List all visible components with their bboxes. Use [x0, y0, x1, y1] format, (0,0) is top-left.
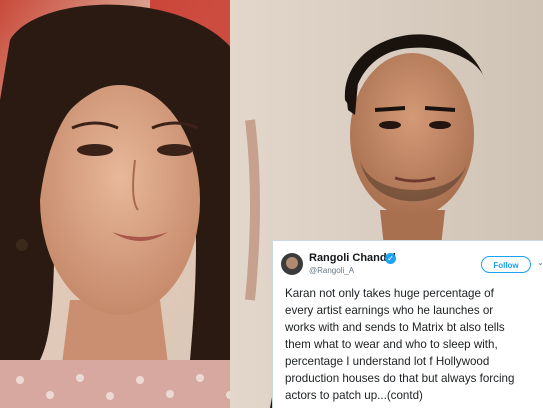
- tweet-author-name[interactable]: Rangoli Chandel: [309, 252, 396, 264]
- avatar[interactable]: [281, 253, 303, 275]
- tweet-card: Rangoli Chandel ✓ @Rangoli_A Follow ⌄ Ka…: [272, 240, 543, 408]
- tweet-author-handle[interactable]: @Rangoli_A: [309, 266, 354, 275]
- tweet-text-line: them what to wear and who to sleep with,: [285, 338, 498, 351]
- tweet-text-line: percentage I understand lot f Hollywood: [285, 355, 490, 368]
- verified-badge-icon: ✓: [385, 253, 396, 264]
- tweet-text-line: every artist earnings who he launches or: [285, 304, 494, 317]
- follow-button[interactable]: Follow: [481, 256, 531, 273]
- tweet-text-line: works with and sends to Matrix bt also t…: [285, 321, 505, 334]
- tweet-text: Karan not only takes huge percentage of …: [285, 285, 543, 404]
- tweet-text-line: production houses do that but always for…: [285, 372, 515, 385]
- chevron-down-icon[interactable]: ⌄: [537, 258, 543, 267]
- tweet-text-line: actors to patch up...(contd): [285, 389, 423, 402]
- tweet-text-line: Karan not only takes huge percentage of: [285, 287, 494, 300]
